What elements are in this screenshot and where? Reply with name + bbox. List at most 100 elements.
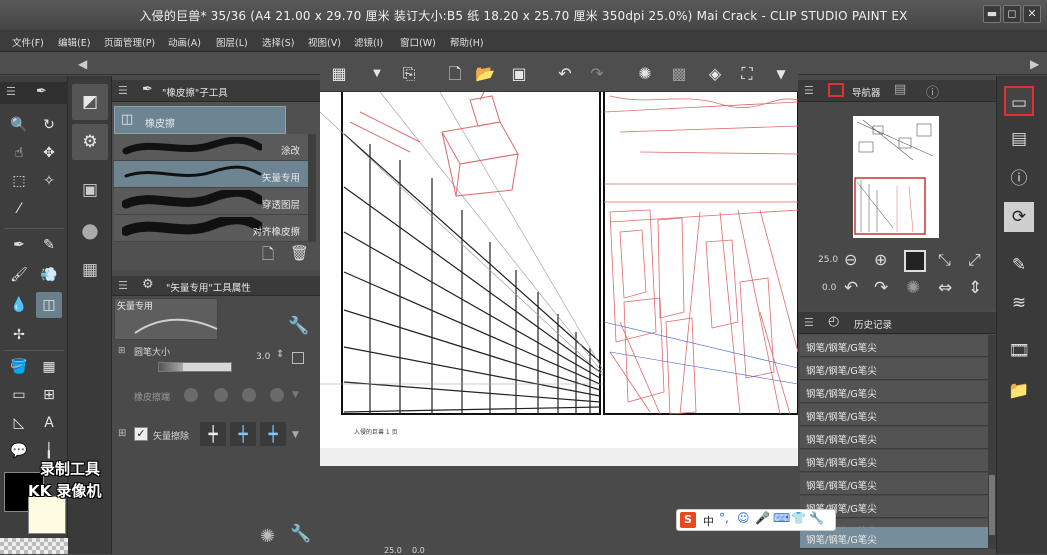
- info-tab-icon[interactable]: ⓘ: [926, 82, 939, 101]
- save-icon[interactable]: ▣: [508, 64, 530, 84]
- panel-menu-icon[interactable]: ☰: [118, 84, 128, 97]
- history-item[interactable]: 钢笔/钢笔/G笔尖: [800, 427, 988, 449]
- brush-item[interactable]: 穿透图层: [114, 188, 308, 215]
- blocks-icon[interactable]: ▣: [72, 172, 108, 208]
- menu-select[interactable]: 选择(S): [262, 35, 294, 49]
- info-dock-icon[interactable]: ⓘ: [1004, 164, 1034, 194]
- palette-menu-icon[interactable]: ☰: [6, 85, 16, 98]
- history-scrollbar[interactable]: [988, 335, 996, 549]
- menu-filter[interactable]: 滤镜(I): [354, 35, 383, 49]
- flip-vertical-icon[interactable]: ⇕: [968, 278, 982, 298]
- canvas[interactable]: 入侵的巨兽 1 页: [320, 92, 798, 466]
- voice-icon[interactable]: 🎤: [755, 511, 770, 525]
- wrench-icon[interactable]: 🔧: [288, 316, 314, 342]
- spinner-icon[interactable]: ✺: [634, 64, 656, 84]
- keyboard-icon[interactable]: ⌨: [773, 511, 790, 525]
- brush-item[interactable]: 对齐橡皮擦: [114, 215, 308, 242]
- pencil-tool-icon[interactable]: ✎: [36, 232, 62, 258]
- menu-help[interactable]: 帮助(H): [450, 35, 484, 49]
- menu-animation[interactable]: 动画(A): [168, 35, 201, 49]
- history-item[interactable]: 钢笔/钢笔/G笔尖: [800, 381, 988, 403]
- balloon-tool-icon[interactable]: 💬: [6, 438, 32, 464]
- flip-horizontal-icon[interactable]: ⇔: [938, 278, 952, 298]
- expand-icon[interactable]: ⊞: [118, 428, 126, 439]
- panel-menu-icon[interactable]: ☰: [804, 316, 814, 329]
- tip-option-2[interactable]: [214, 388, 228, 402]
- text-tool-icon[interactable]: A: [36, 410, 62, 436]
- navigator-dock-icon[interactable]: ▭: [1004, 86, 1034, 116]
- collapse-right-icon[interactable]: ▶: [1030, 57, 1039, 71]
- ime-mode-label[interactable]: 中: [703, 513, 714, 529]
- menu-page-management[interactable]: 页面管理(P): [104, 35, 155, 49]
- ime-logo[interactable]: S: [680, 512, 696, 528]
- rotate-right-icon[interactable]: ↷: [874, 278, 888, 298]
- wrench-icon[interactable]: 🔧: [290, 524, 311, 544]
- size-stepper-icon[interactable]: ⇕: [276, 349, 284, 360]
- grid-view-icon[interactable]: ▦: [328, 64, 350, 84]
- erase-whole-line-icon[interactable]: ┿: [260, 422, 286, 446]
- operation-tool-icon[interactable]: ☝: [6, 140, 32, 166]
- fit-navigator-icon[interactable]: ⤢: [968, 250, 981, 270]
- panel-menu-icon[interactable]: ☰: [804, 84, 814, 97]
- history-tab-icon[interactable]: ◴: [828, 314, 839, 329]
- frame-border-tool-icon[interactable]: ⊞: [36, 382, 62, 408]
- dropdown-icon[interactable]: ▼: [366, 64, 388, 84]
- history-item[interactable]: 钢笔/钢笔/G笔尖: [800, 335, 988, 357]
- size-pressure-toggle[interactable]: [292, 352, 304, 364]
- menu-window[interactable]: 窗口(W): [400, 35, 436, 49]
- fit-screen-icon[interactable]: ⤡: [938, 250, 951, 270]
- ruler-tool-icon[interactable]: ◺: [6, 410, 32, 436]
- menu-edit[interactable]: 编辑(E): [58, 35, 90, 49]
- zoom-tool-icon[interactable]: 🔍: [6, 112, 32, 138]
- transform-icon[interactable]: ▩: [668, 64, 690, 84]
- tip-dropdown-icon[interactable]: ▼: [292, 390, 299, 400]
- brush-item[interactable]: 涂改: [114, 134, 308, 161]
- import-image-icon[interactable]: ⎘: [398, 64, 420, 84]
- new-subtool-icon[interactable]: 🗋: [262, 244, 280, 264]
- move-layer-tool-icon[interactable]: ✥: [36, 140, 62, 166]
- pen-tool-icon[interactable]: ✒: [6, 232, 32, 258]
- scale-icon[interactable]: ⛶: [736, 64, 758, 84]
- sub-view-tab-icon[interactable]: ▤: [894, 82, 906, 97]
- size-slider[interactable]: [158, 362, 232, 372]
- eyedropper-tool-icon[interactable]: ⁄: [6, 196, 32, 222]
- manga-page-drawing[interactable]: 入侵的巨兽 1 页: [320, 92, 798, 466]
- figure-tool-icon[interactable]: ▭: [6, 382, 32, 408]
- history-scroll-thumb[interactable]: [989, 475, 995, 535]
- skin-icon[interactable]: 👕: [791, 511, 806, 525]
- redo-icon[interactable]: ↷: [586, 64, 608, 84]
- delete-subtool-icon[interactable]: 🗑: [290, 244, 309, 264]
- selection-tool-icon[interactable]: ⬚: [6, 168, 32, 194]
- layer-property-dock-icon[interactable]: ▤: [1004, 124, 1034, 154]
- blend-tool-icon[interactable]: 💧: [6, 292, 32, 318]
- tools-icon[interactable]: 🔧: [809, 511, 824, 525]
- tip-option-4[interactable]: [270, 388, 284, 402]
- punctuation-icon[interactable]: °,: [719, 511, 729, 525]
- menu-view[interactable]: 视图(V): [308, 35, 341, 49]
- subtool-scrollbar[interactable]: [308, 134, 316, 242]
- brush-item-selected[interactable]: 矢量专用: [114, 161, 308, 188]
- color-circle-icon[interactable]: ●: [72, 212, 108, 248]
- rotate-tool-icon[interactable]: ↻: [36, 112, 62, 138]
- brush-tool-icon[interactable]: 🖌: [6, 262, 32, 288]
- sub-color-swatch[interactable]: [28, 496, 66, 534]
- history-item[interactable]: 钢笔/钢笔/G笔尖: [800, 404, 988, 426]
- history-dock-icon[interactable]: ⟳: [1004, 202, 1034, 232]
- history-item[interactable]: 钢笔/钢笔/G笔尖: [800, 358, 988, 380]
- decoration-tool-icon[interactable]: ✢: [6, 322, 32, 348]
- pen-pressure-dock-icon[interactable]: ✎: [1004, 250, 1034, 280]
- navigator-thumbnail[interactable]: [853, 116, 939, 238]
- open-folder-icon[interactable]: 📂: [474, 64, 496, 84]
- collapse-left-icon[interactable]: ◀: [78, 57, 87, 71]
- navigator-title[interactable]: 导航器: [852, 85, 881, 99]
- rotate-left-icon[interactable]: ↶: [844, 278, 858, 298]
- expand-icon[interactable]: ⊞: [118, 346, 126, 356]
- undo-icon[interactable]: ↶: [554, 64, 576, 84]
- zoom-in-icon[interactable]: ⊕: [874, 250, 887, 269]
- fill-selection-icon[interactable]: ◈: [704, 64, 726, 84]
- menu-layer[interactable]: 图层(L): [216, 35, 248, 49]
- history-item[interactable]: 钢笔/钢笔/G笔尖: [800, 473, 988, 495]
- menu-file[interactable]: 文件(F): [12, 35, 44, 49]
- animation-dock-icon[interactable]: 🎞: [1004, 336, 1034, 366]
- vector-dropdown-icon[interactable]: ▼: [292, 430, 299, 440]
